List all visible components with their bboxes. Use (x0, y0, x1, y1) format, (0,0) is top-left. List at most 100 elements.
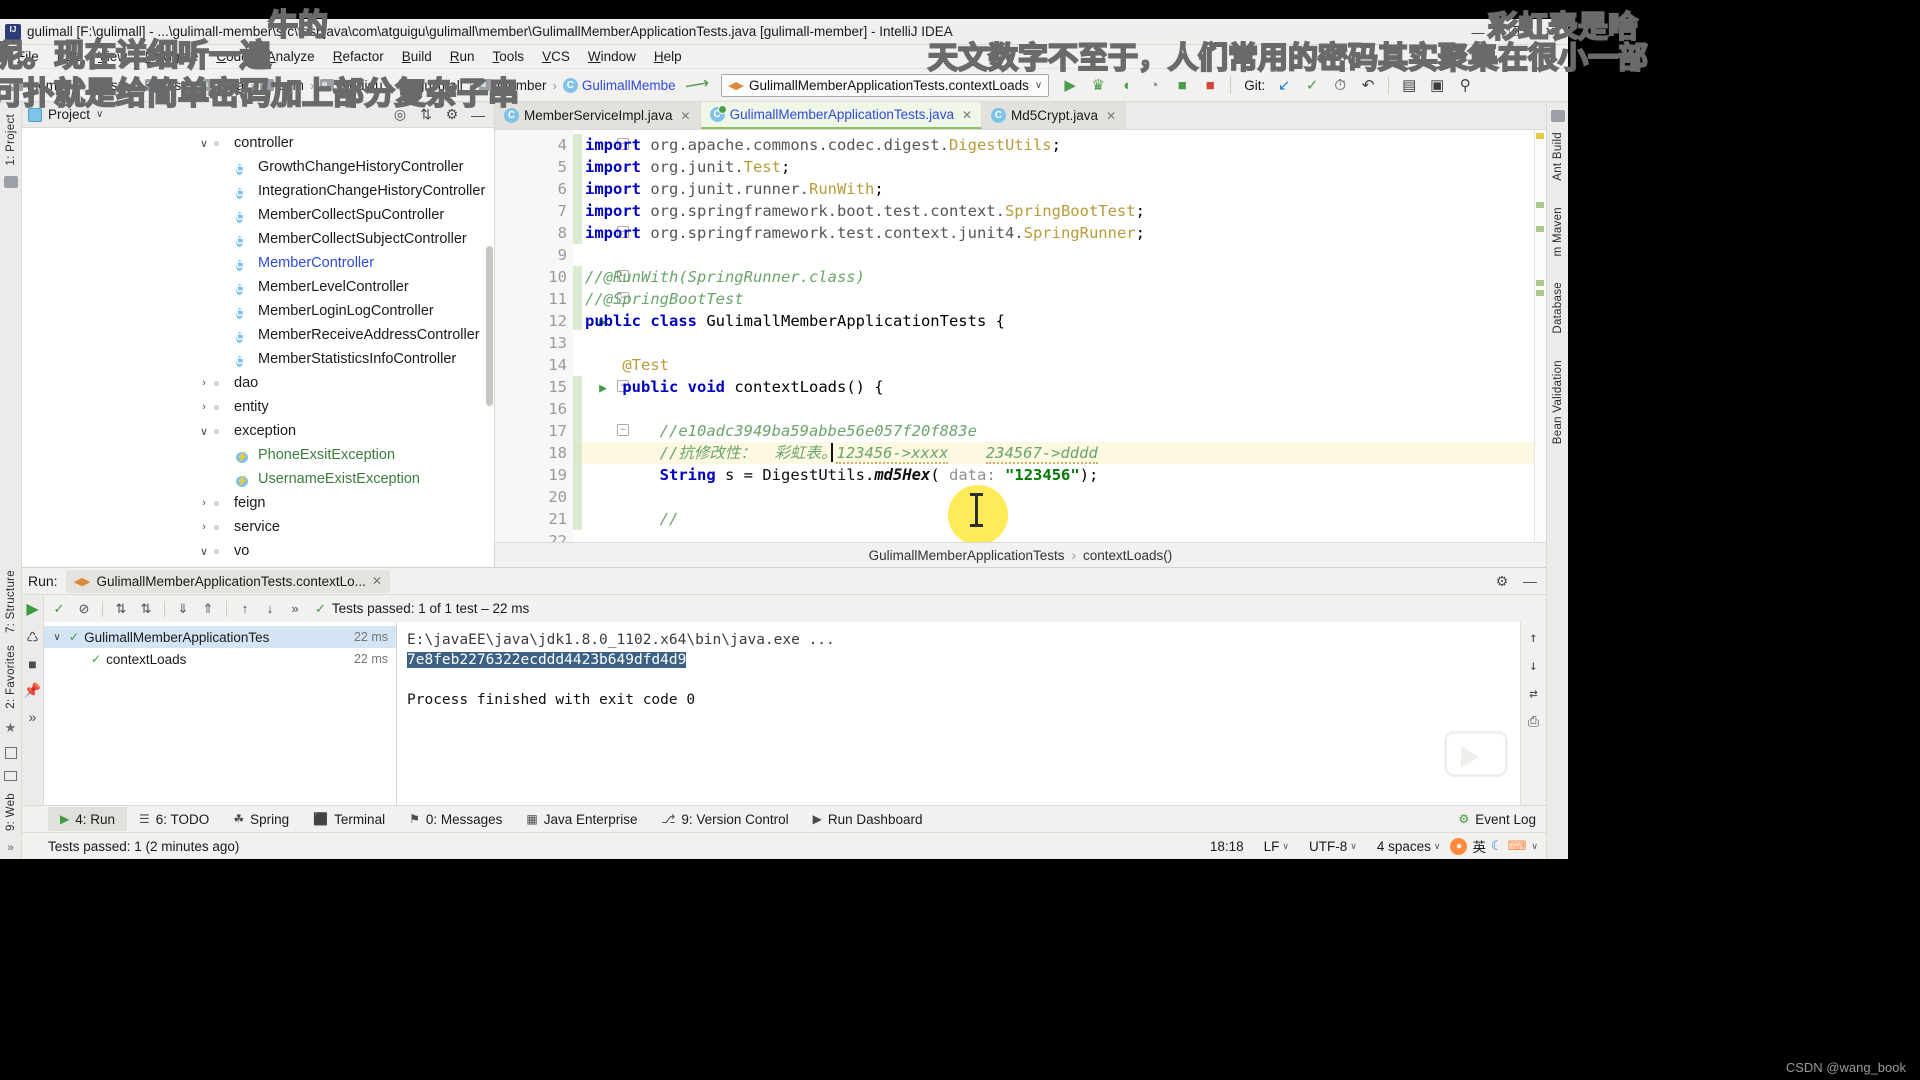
editor-breadcrumb-item[interactable]: contextLoads() (1083, 548, 1172, 563)
tree-item[interactable]: ∨ controller (22, 131, 494, 155)
sidebar-item-maven[interactable]: m Maven (1552, 207, 1564, 256)
code-text[interactable]: import org.apache.commons.codec.digest.D… (573, 130, 1546, 542)
test-results-tree[interactable]: ∨ ✓ GulimallMemberApplicationTes 22 ms ✓ cont… (44, 622, 397, 805)
breadcrumb-item-java[interactable]: java (198, 77, 247, 94)
tool-window-button-java-enterprise[interactable]: ▦ Java Enterprise (514, 807, 649, 831)
tool-window-button-4-run[interactable]: ▶ 4: Run (48, 807, 128, 831)
collapse-all-icon[interactable]: ⇅ (416, 105, 436, 125)
select-in-button[interactable]: ▣ (1424, 72, 1450, 98)
menu-item-tools[interactable]: Tools (484, 47, 534, 66)
scroll-up-icon[interactable]: ↑ (1529, 630, 1537, 646)
tree-item[interactable]: ›C IntegrationChangeHistoryController (22, 179, 494, 203)
chevron-down-icon[interactable]: ∨ (196, 137, 212, 150)
sidebar-item-ant-build[interactable]: Ant Build (1552, 132, 1564, 181)
project-tree-scrollbar[interactable] (486, 246, 493, 406)
hide-icon[interactable]: — (1520, 571, 1540, 591)
sidebar-item-project[interactable]: 1: Project (5, 114, 17, 166)
code-line[interactable]: //@RunWith(SpringRunner.class) (573, 266, 1546, 288)
project-folder-icon[interactable] (3, 175, 18, 188)
indent-setting[interactable]: 4 spaces ∨ (1367, 839, 1451, 854)
sidebar-item-database[interactable]: Database (1552, 282, 1564, 334)
caret-position[interactable]: 18:18 (1200, 839, 1254, 854)
chevron-right-icon[interactable]: › (220, 449, 236, 461)
back-arrow-icon[interactable]: ⟶ (683, 73, 710, 97)
tree-item[interactable]: ›C MemberCollectSubjectController (22, 227, 494, 251)
close-button[interactable]: ✕ (1532, 19, 1568, 45)
breadcrumb-item-com[interactable]: com (257, 77, 307, 94)
code-line[interactable]: import org.springframework.boot.test.con… (573, 200, 1546, 222)
menu-item-window[interactable]: Window (579, 47, 645, 66)
breadcrumb-item-atguigu[interactable]: atguigu (317, 77, 385, 94)
code-line[interactable] (573, 398, 1546, 420)
chevron-right-icon[interactable]: › (196, 521, 212, 533)
ime-keyboard-icon[interactable]: ⌨ (1508, 838, 1527, 854)
menu-item-file[interactable]: File (8, 47, 48, 66)
editor-tab-gulimallmemberapplicationtests-java[interactable]: C GulimallMemberApplicationTests.java ✕ (700, 102, 983, 129)
hide-icon[interactable]: — (468, 105, 488, 125)
scroll-from-source-icon[interactable]: ◎ (390, 105, 410, 125)
tool-window-button-spring[interactable]: ☘ Spring (221, 807, 301, 831)
run-button[interactable]: ▶ (1057, 72, 1083, 98)
more-icon[interactable]: » (29, 709, 37, 725)
menu-item-help[interactable]: Help (645, 47, 691, 66)
editor-tab-memberserviceimpl-java[interactable]: C MemberServiceImpl.java ✕ (495, 102, 701, 129)
editor-tab-md5crypt-java[interactable]: C Md5Crypt.java ✕ (982, 102, 1127, 129)
tree-item[interactable]: ›C MemberLevelController (22, 275, 494, 299)
code-line[interactable]: String s = DigestUtils.md5Hex( data: "12… (573, 464, 1546, 486)
gear-icon[interactable]: ⚙ (442, 105, 462, 125)
run-configuration-selector[interactable]: ◀▶ GulimallMemberApplicationTests.contex… (721, 73, 1050, 97)
change-marker[interactable] (1536, 280, 1544, 286)
chevron-right-icon[interactable]: › (220, 353, 236, 365)
code-line[interactable]: import org.junit.runner.RunWith; (573, 178, 1546, 200)
breadcrumb-item-member[interactable]: member (476, 77, 550, 94)
menu-item-vcs[interactable]: VCS (533, 47, 579, 66)
expand-all-button[interactable]: ⇓ (172, 598, 194, 620)
chevron-down-icon[interactable]: ∨ (96, 109, 103, 120)
tree-item[interactable]: › entity (22, 395, 494, 419)
scroll-down-icon[interactable]: ↓ (1529, 658, 1537, 674)
sort-alphabetically-button[interactable]: ⇅ (110, 598, 132, 620)
code-line[interactable]: // (573, 508, 1546, 530)
menu-item-view[interactable]: View (89, 47, 136, 66)
test-result-row[interactable]: ✓ contextLoads 22 ms (44, 648, 396, 670)
code-line[interactable]: //抗修改性： 彩虹表。123456->xxxx 234567->dddd (573, 442, 1546, 464)
console-output[interactable]: E:\javaEE\java\jdk1.8.0_1102.x64\bin\jav… (397, 622, 1546, 805)
menu-item-navigate[interactable]: Navigate (136, 47, 207, 66)
chevron-right-icon[interactable]: › (220, 185, 236, 197)
breadcrumb-item-member[interactable]: member (6, 77, 80, 94)
tree-item[interactable]: › feign (22, 491, 494, 515)
pin-icon[interactable]: 📌 (24, 682, 41, 699)
tree-item[interactable]: ›C MemberCollectSpuController (22, 203, 494, 227)
collapse-all-button[interactable]: ⇑ (197, 598, 219, 620)
chevron-right-icon[interactable]: › (220, 209, 236, 221)
tree-item[interactable]: ›C MemberReceiveAddressController (22, 323, 494, 347)
sidebar-item-web[interactable]: 9: Web (5, 793, 17, 831)
code-line[interactable]: public void contextLoads() { (573, 376, 1546, 398)
code-line[interactable]: import org.junit.Test; (573, 156, 1546, 178)
chevron-right-icon[interactable]: › (220, 281, 236, 293)
sidebar-item-bean-validation[interactable]: Bean Validation (1552, 360, 1564, 444)
profiler-button[interactable]: ◔ (1141, 72, 1167, 98)
git-rollback-button[interactable]: ↶ (1355, 72, 1381, 98)
chevron-right-icon[interactable]: › (196, 401, 212, 413)
git-commit-button[interactable]: ✓ (1299, 72, 1325, 98)
code-line[interactable] (573, 244, 1546, 266)
chevron-right-icon[interactable]: › (220, 257, 236, 269)
code-line[interactable]: import org.springframework.test.context.… (573, 222, 1546, 244)
menu-item-run[interactable]: Run (441, 47, 484, 66)
stop-icon[interactable]: ■ (28, 656, 36, 672)
tree-item[interactable]: ›C GrowthChangeHistoryController (22, 155, 494, 179)
editor-gutter[interactable]: 4− 5 6 7 8− 9 10−11− 12▶ 13 14 15▶− 16 17−18− 19 20 21 2… (495, 130, 631, 542)
debug-button[interactable]: ♛ (1085, 72, 1111, 98)
tree-item[interactable]: ›⚡ PhoneExsitException (22, 443, 494, 467)
tool-window-button-0-messages[interactable]: ⚑ 0: Messages (397, 807, 514, 831)
file-encoding[interactable]: UTF-8 ∨ (1299, 839, 1367, 854)
print-icon[interactable]: ⎙ (1528, 714, 1539, 730)
tree-item[interactable]: › service (22, 515, 494, 539)
code-line[interactable]: public class GulimallMemberApplicationTe… (573, 310, 1546, 332)
chevron-right-icon[interactable]: › (220, 473, 236, 485)
change-marker[interactable] (1536, 202, 1544, 208)
change-marker[interactable] (1536, 290, 1544, 296)
code-line[interactable]: //e10adc3949ba59abbe56e057f20f883e (573, 420, 1546, 442)
code-line[interactable]: //@SpringBootTest (573, 288, 1546, 310)
